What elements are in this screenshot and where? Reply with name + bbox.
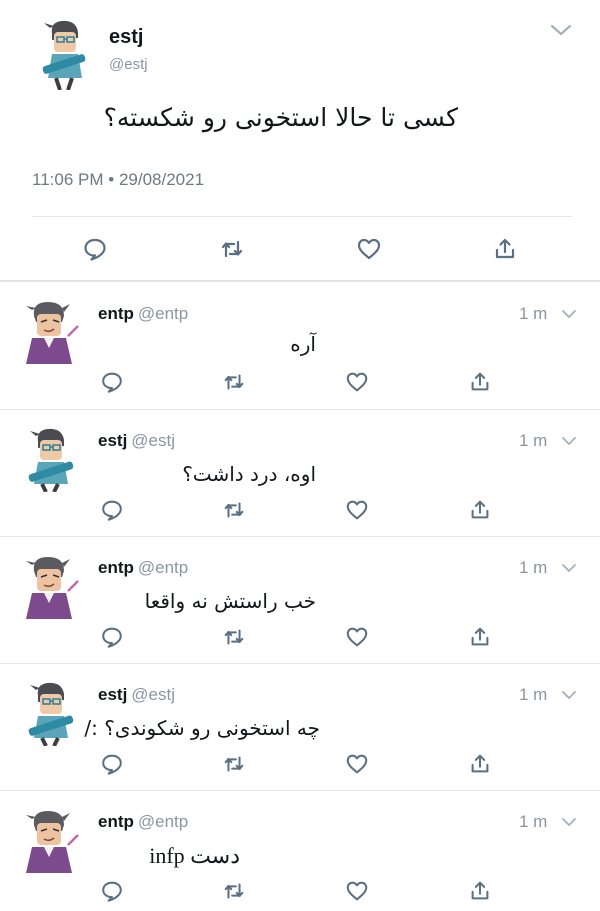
- reply-tweet[interactable]: entp @entp 1 m خب راستش نه واقعا: [0, 537, 600, 664]
- meta-separator: •: [108, 170, 115, 189]
- reply-text: آره: [290, 332, 316, 356]
- reply-time[interactable]: 1 m: [519, 431, 547, 451]
- tweet-text: کسی تا حالا استخونی رو شکسته؟: [103, 103, 458, 132]
- main-tweet: estj @estj کسی تا حالا استخونی رو شکسته؟…: [0, 0, 600, 282]
- share-icon[interactable]: [468, 752, 492, 776]
- reply-text: چه استخونی رو شکوندی؟ :/: [84, 716, 320, 740]
- tweet-time: 11:06 PM: [32, 170, 104, 189]
- reply-text: دست infp: [149, 843, 240, 868]
- heart-icon[interactable]: [345, 752, 369, 776]
- reply-text: اوه، درد داشت؟: [182, 462, 316, 486]
- tweet-timestamp[interactable]: 11:06 PM • 29/08/2021: [32, 170, 204, 190]
- reply-time[interactable]: 1 m: [519, 685, 547, 705]
- author-name[interactable]: estj: [98, 431, 127, 450]
- reply-tweet[interactable]: estj @estj 1 m اوه، درد داشت؟: [0, 410, 600, 537]
- retweet-icon[interactable]: [222, 370, 246, 394]
- chevron-down-icon[interactable]: [561, 689, 577, 701]
- author-handle[interactable]: @entp: [138, 558, 188, 577]
- retweet-icon[interactable]: [222, 752, 246, 776]
- share-icon[interactable]: [468, 879, 492, 903]
- heart-icon[interactable]: [345, 370, 369, 394]
- reply-author[interactable]: estj @estj: [98, 431, 175, 451]
- chevron-down-icon[interactable]: [561, 435, 577, 447]
- reply-author[interactable]: entp @entp: [98, 812, 188, 832]
- author-handle[interactable]: @estj: [109, 56, 148, 73]
- chevron-down-icon[interactable]: [561, 562, 577, 574]
- reply-icon[interactable]: [100, 879, 124, 903]
- reply-icon[interactable]: [100, 752, 124, 776]
- author-name[interactable]: entp: [98, 304, 134, 323]
- retweet-icon[interactable]: [222, 879, 246, 903]
- author-name[interactable]: estj: [98, 685, 127, 704]
- chevron-down-icon[interactable]: [561, 816, 577, 828]
- chevron-down-icon[interactable]: [549, 22, 573, 38]
- share-icon[interactable]: [492, 236, 518, 262]
- reply-author[interactable]: estj @estj: [98, 685, 175, 705]
- tweet-date: 29/08/2021: [118, 170, 205, 189]
- share-icon[interactable]: [468, 625, 492, 649]
- heart-icon[interactable]: [356, 236, 382, 262]
- author-name[interactable]: entp: [98, 558, 134, 577]
- author-handle[interactable]: @estj: [131, 685, 175, 704]
- reply-icon[interactable]: [100, 498, 124, 522]
- reply-tweet[interactable]: entp @entp 1 m دست infp: [0, 791, 600, 911]
- author-handle[interactable]: @entp: [138, 812, 188, 831]
- reply-tweet[interactable]: entp @entp 1 m آره: [0, 282, 600, 410]
- heart-icon[interactable]: [345, 625, 369, 649]
- author-handle[interactable]: @estj: [131, 431, 175, 450]
- reply-icon[interactable]: [82, 236, 108, 262]
- reply-icon[interactable]: [100, 370, 124, 394]
- author-name[interactable]: entp: [98, 812, 134, 831]
- share-icon[interactable]: [468, 370, 492, 394]
- reply-text: خب راستش نه واقعا: [144, 589, 316, 613]
- author-name[interactable]: estj: [109, 26, 143, 49]
- reply-time[interactable]: 1 m: [519, 812, 547, 832]
- reply-icon[interactable]: [100, 625, 124, 649]
- heart-icon[interactable]: [345, 879, 369, 903]
- divider: [32, 216, 572, 217]
- avatar-estj[interactable]: [38, 18, 94, 90]
- retweet-icon[interactable]: [219, 236, 245, 262]
- reply-time[interactable]: 1 m: [519, 558, 547, 578]
- chevron-down-icon[interactable]: [561, 308, 577, 320]
- reply-author[interactable]: entp @entp: [98, 304, 188, 324]
- heart-icon[interactable]: [345, 498, 369, 522]
- reply-tweet[interactable]: estj @estj 1 m چه استخونی رو شکوندی؟ :/: [0, 664, 600, 791]
- retweet-icon[interactable]: [222, 498, 246, 522]
- tweet-actions: [0, 230, 600, 266]
- author-handle[interactable]: @entp: [138, 304, 188, 323]
- reply-time[interactable]: 1 m: [519, 304, 547, 324]
- share-icon[interactable]: [468, 498, 492, 522]
- reply-author[interactable]: entp @entp: [98, 558, 188, 578]
- retweet-icon[interactable]: [222, 625, 246, 649]
